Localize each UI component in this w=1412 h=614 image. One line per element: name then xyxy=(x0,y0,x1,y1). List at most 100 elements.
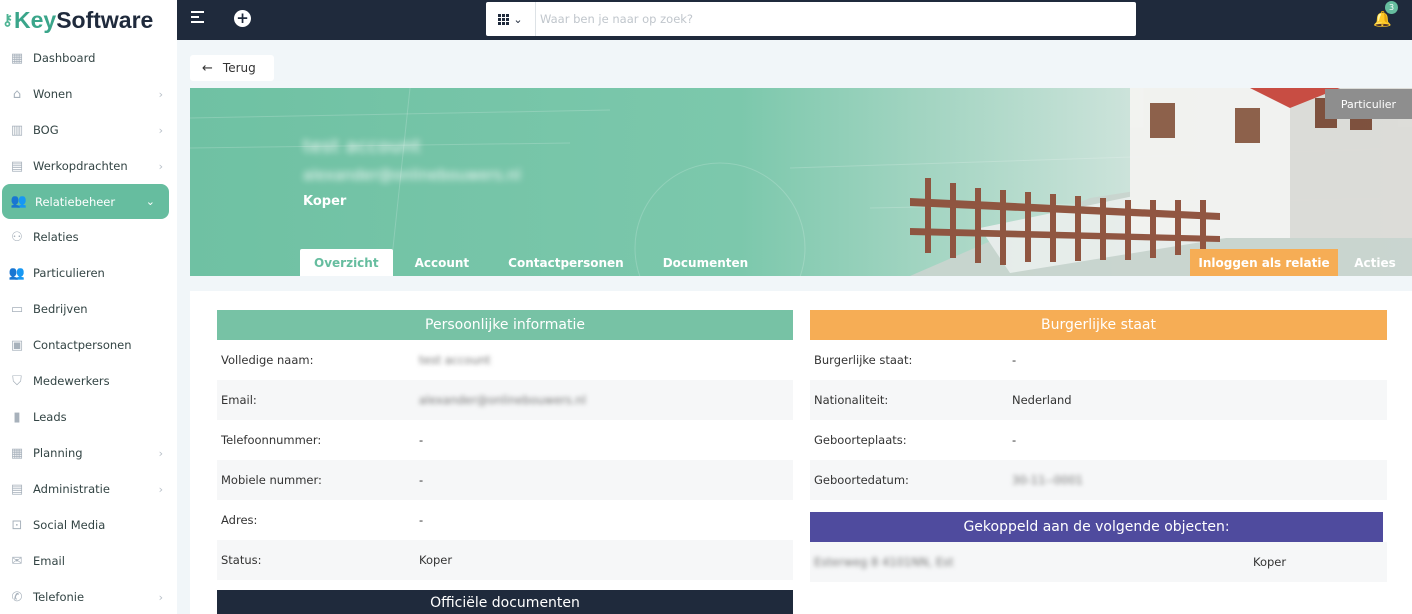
login-as-relation-button[interactable]: Inloggen als relatie xyxy=(1190,249,1338,276)
sidebar-item-medewerkers[interactable]: ⛉ Medewerkers xyxy=(0,363,177,399)
relation-name: test account xyxy=(303,136,421,157)
logo-software-text: Software xyxy=(56,6,154,33)
sidebar-item-relatiebeheer[interactable]: 👥 Relatiebeheer ⌄ xyxy=(2,184,169,219)
info-value: alexander@onlinebouwers.nl xyxy=(419,393,586,407)
logo-key-text: Key xyxy=(14,6,57,33)
info-value: test account xyxy=(419,353,491,367)
sidebar-item-telefonie[interactable]: ✆ Telefonie › xyxy=(0,579,177,614)
sidebar-item-label: Relaties xyxy=(33,230,79,244)
notification-badge: 3 xyxy=(1385,1,1398,14)
store-icon: ▭ xyxy=(10,301,24,317)
users-outline-icon: ⚇ xyxy=(11,229,23,245)
personal-info-list: Volledige naam: test account Email: alexand… xyxy=(217,340,793,580)
linked-objects-list: Esterweg 8 4101NN, Est Koper xyxy=(810,542,1387,582)
civil-status-title: Burgerlijke staat xyxy=(810,310,1387,340)
relation-type-badge: Particulier xyxy=(1325,89,1412,119)
sidebar-item-email[interactable]: ✉ Email xyxy=(0,543,177,579)
add-icon[interactable]: + xyxy=(234,10,251,27)
menu-toggle-icon[interactable] xyxy=(191,11,207,27)
tab-contactpersonen[interactable]: Contactpersonen xyxy=(494,249,638,276)
sidebar-item-label: Social Media xyxy=(33,518,106,532)
sidebar-item-leads[interactable]: ▮ Leads xyxy=(0,399,177,435)
info-label: Geboortedatum: xyxy=(814,473,909,487)
category-dropdown[interactable]: ⌄ xyxy=(486,2,536,36)
info-row: Volledige naam: test account xyxy=(217,340,793,380)
info-value: Koper xyxy=(419,553,453,567)
search-bar: ⌄ xyxy=(486,2,1136,36)
info-label: Mobiele nummer: xyxy=(221,473,322,487)
info-value: Nederland xyxy=(1012,393,1072,407)
sidebar-item-particulieren[interactable]: 👥 Particulieren xyxy=(0,255,177,291)
arrow-left-icon: ← xyxy=(202,60,213,76)
info-label: Status: xyxy=(221,553,262,567)
sidebar-item-label: Relatiebeheer xyxy=(35,194,116,209)
home-icon: ⌂ xyxy=(12,86,22,102)
actions-button[interactable]: Acties xyxy=(1338,249,1412,276)
official-documents-title: Officiële documenten xyxy=(217,590,793,614)
phone-icon: ✆ xyxy=(11,589,23,605)
info-row: Email: alexander@onlinebouwers.nl xyxy=(217,380,793,420)
sidebar-item-wonen[interactable]: ⌂ Wonen › xyxy=(0,76,177,112)
users-icon: 👥 xyxy=(10,194,28,209)
sidebar-item-social-media[interactable]: ⊡ Social Media xyxy=(0,507,177,543)
civil-status-panel: Burgerlijke staat Burgerlijke staat: - Nat… xyxy=(810,310,1387,500)
chevron-right-icon: › xyxy=(158,159,163,173)
clipboard-icon: ▤ xyxy=(10,158,24,174)
back-button[interactable]: ← Terug xyxy=(190,55,274,81)
chevron-right-icon: › xyxy=(158,123,163,137)
sidebar-item-planning[interactable]: ▦ Planning › xyxy=(0,435,177,471)
sidebar-item-bog[interactable]: ▥ BOG › xyxy=(0,112,177,148)
info-value: - xyxy=(419,473,424,487)
info-label: Burgerlijke staat: xyxy=(814,353,913,367)
relation-email: alexander@onlinebouwers.nl xyxy=(303,166,521,184)
sidebar-nav: ▦ Dashboard ⌂ Wonen › ▥ BOG › ▤ Werkopdrachten › 👥 R… xyxy=(0,40,177,614)
sidebar-item-administratie[interactable]: ▤ Administratie › xyxy=(0,471,177,507)
chevron-right-icon: › xyxy=(158,87,163,101)
info-label: Geboorteplaats: xyxy=(814,433,907,447)
sidebar-item-werkopdrachten[interactable]: ▤ Werkopdrachten › xyxy=(0,148,177,184)
tab-documenten[interactable]: Documenten xyxy=(649,249,762,276)
sidebar-item-label: Dashboard xyxy=(33,51,96,65)
personal-info-panel: Persoonlijke informatie Volledige naam: t… xyxy=(217,310,793,580)
sidebar-item-dashboard[interactable]: ▦ Dashboard xyxy=(0,40,177,76)
search-input[interactable] xyxy=(536,12,1136,26)
sidebar-item-label: BOG xyxy=(33,123,59,137)
info-row: Geboortedatum: 30-11--0001 xyxy=(810,460,1387,500)
profile-tabs: Overzicht Account Contactpersonen Docume… xyxy=(300,249,762,276)
topbar: + ⌄ 🔔3 xyxy=(177,0,1412,40)
logo[interactable]: ⚷ Key Software xyxy=(0,0,177,40)
info-value: 30-11--0001 xyxy=(1012,473,1083,487)
sidebar-item-bedrijven[interactable]: ▭ Bedrijven xyxy=(0,291,177,327)
object-role: Koper xyxy=(1253,555,1287,569)
key-icon: ⚷ xyxy=(2,12,13,29)
sidebar-item-label: Telefonie xyxy=(33,590,85,604)
chevron-right-icon: › xyxy=(158,590,163,604)
chevron-right-icon: › xyxy=(158,482,163,496)
id-card-icon: ▣ xyxy=(10,337,24,353)
shield-icon: ⛉ xyxy=(12,373,22,389)
profile-header: test account alexander@onlinebouwers.nl … xyxy=(190,88,1412,276)
dashboard-icon: ▦ xyxy=(10,50,24,66)
linked-object-row[interactable]: Esterweg 8 4101NN, Est Koper xyxy=(810,542,1387,582)
sidebar-item-relaties[interactable]: ⚇ Relaties xyxy=(0,219,177,255)
building-icon: ▥ xyxy=(10,122,24,138)
tab-overzicht[interactable]: Overzicht xyxy=(300,249,393,276)
info-row: Nationaliteit: Nederland xyxy=(810,380,1387,420)
sidebar-item-label: Wonen xyxy=(33,87,73,101)
bell-icon[interactable]: 🔔 3 xyxy=(1373,1,1398,28)
chevron-right-icon: › xyxy=(158,446,163,460)
info-row: Geboorteplaats: - xyxy=(810,420,1387,460)
info-value: - xyxy=(1012,353,1017,367)
ledger-icon: ▤ xyxy=(10,481,24,497)
info-row: Status: Koper xyxy=(217,540,793,580)
tab-account[interactable]: Account xyxy=(401,249,484,276)
info-label: Volledige naam: xyxy=(221,353,314,367)
sidebar-item-label: Email xyxy=(33,554,65,568)
sidebar-item-label: Contactpersonen xyxy=(33,338,132,352)
sidebar-item-contactpersonen[interactable]: ▣ Contactpersonen xyxy=(0,327,177,363)
envelope-icon: ✉ xyxy=(11,553,23,569)
info-row: Telefoonnummer: - xyxy=(217,420,793,460)
sidebar-item-label: Particulieren xyxy=(33,266,105,280)
sidebar-item-label: Planning xyxy=(33,446,83,460)
info-row: Adres: - xyxy=(217,500,793,540)
